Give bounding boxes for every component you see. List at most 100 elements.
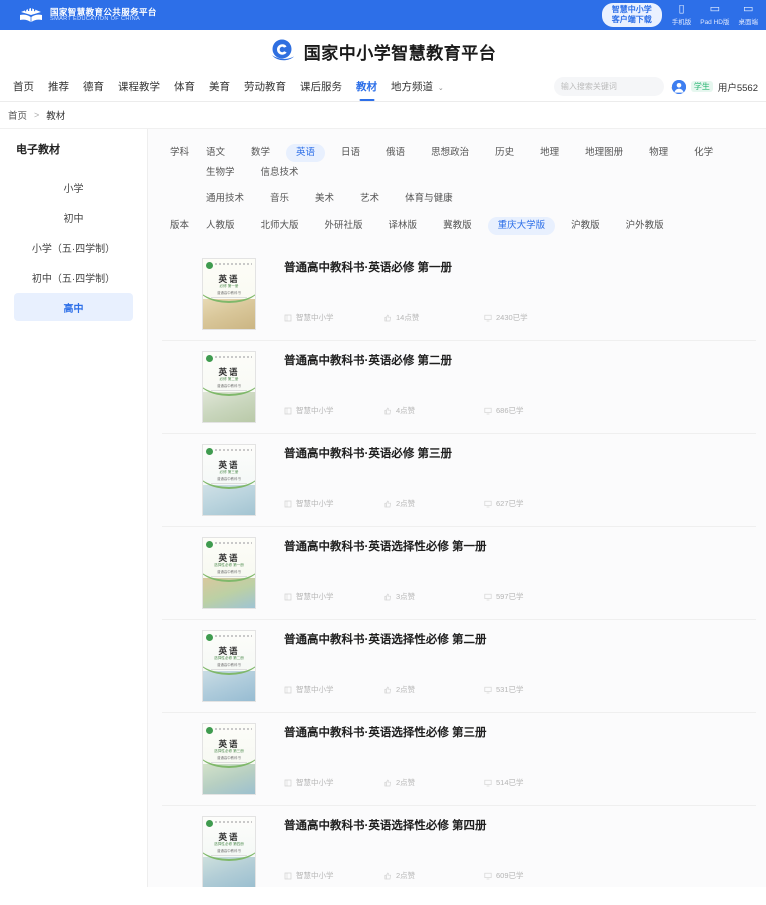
nav-item-recommend[interactable]: 推荐 [41, 72, 76, 102]
user-avatar-icon[interactable] [671, 79, 686, 94]
book-title[interactable]: 普通高中教科书·英语必修 第三册 [284, 446, 750, 462]
subject-chip-russian[interactable]: 俄语 [376, 144, 415, 162]
nav-item-labor-education[interactable]: 劳动教育 [237, 72, 293, 102]
book-title[interactable]: 普通高中教科书·英语选择性必修 第三册 [284, 725, 750, 741]
list-item[interactable]: 英语 必修 第一册 普通高中教科书 重庆大学出版社 普通高中教科书·英语必修 第… [162, 248, 756, 341]
book-cover-thumbnail[interactable]: 英语 选择性必修 第三册 普通高中教科书 重庆大学出版社 [202, 723, 256, 795]
subject-chip-chemistry[interactable]: 化学 [684, 144, 723, 162]
platform-link-pad[interactable]: ▭ Pad HD版 [700, 4, 730, 27]
nav-item-list: 首页 推荐 德育 课程教学 体育 美育 劳动教育 课后服务 教材 地方频道 ⌄ [6, 72, 451, 102]
subject-chip-arts[interactable]: 艺术 [350, 190, 389, 208]
list-item[interactable]: 英语 选择性必修 第二册 普通高中教科书 重庆大学出版社 普通高中教科书·英语选… [162, 620, 756, 713]
subject-chip-physics[interactable]: 物理 [639, 144, 678, 162]
subject-chip-it[interactable]: 信息技术 [251, 164, 309, 182]
meta-source: 智慧中小学 [284, 777, 384, 788]
version-chip-chongqing-university[interactable]: 重庆大学版 [487, 217, 556, 235]
client-download-button[interactable]: 智慧中小学 客户端下载 [601, 3, 662, 27]
meta-studied: 514已学 [484, 777, 524, 788]
list-item[interactable]: 英语 选择性必修 第四册 普通高中教科书 重庆大学出版社 普通高中教科书·英语选… [162, 806, 756, 887]
version-chip-hujiao[interactable]: 沪教版 [561, 217, 610, 235]
cover-header-rule [215, 449, 252, 451]
book-cover-thumbnail[interactable]: 英语 选择性必修 第四册 普通高中教科书 重庆大学出版社 [202, 816, 256, 887]
user-area[interactable]: 学生 用户5562 [671, 79, 758, 94]
meta-likes: 2点赞 [384, 498, 484, 509]
book-title[interactable]: 普通高中教科书·英语选择性必修 第一册 [284, 539, 750, 555]
book-title[interactable]: 普通高中教科书·英语选择性必修 第四册 [284, 818, 750, 834]
sidebar-item-junior[interactable]: 初中 [14, 203, 133, 231]
book-title[interactable]: 普通高中教科书·英语选择性必修 第二册 [284, 632, 750, 648]
book-cover-thumbnail[interactable]: 英语 必修 第二册 普通高中教科书 重庆大学出版社 [202, 351, 256, 423]
subject-chip-geography-atlas[interactable]: 地理图册 [575, 144, 633, 162]
subject-chip-general-tech[interactable]: 通用技术 [196, 190, 254, 208]
nav-item-moral-education-label: 德育 [83, 80, 104, 93]
meta-studied-label: 686已学 [496, 406, 524, 415]
topbar-right-group: 智慧中小学 客户端下载 ▯ 手机版 ▭ Pad HD版 ▭ 桌面端 [601, 3, 759, 27]
sidebar-item-primary[interactable]: 小学 [14, 173, 133, 201]
page-title: 国家中小学智慧教育平台 [303, 43, 497, 64]
sidebar: 电子教材 小学 初中 小学（五·四学制） 初中（五·四学制） 高中 [0, 129, 148, 887]
sidebar-item-junior-54[interactable]: 初中（五·四学制） [14, 263, 133, 291]
subject-chip-english[interactable]: 英语 [286, 144, 326, 162]
sidebar-item-senior[interactable]: 高中 [14, 293, 133, 321]
meta-source: 智慧中小学 [284, 591, 384, 602]
nav-item-home-label: 首页 [13, 80, 34, 93]
nav-item-home[interactable]: 首页 [6, 72, 41, 102]
book-title[interactable]: 普通高中教科书·英语必修 第二册 [284, 353, 750, 369]
nav-item-course-teaching[interactable]: 课程教学 [111, 72, 167, 102]
cover-photo [203, 392, 255, 422]
book-cover-thumbnail[interactable]: 英语 必修 第一册 普通高中教科书 重庆大学出版社 [202, 258, 256, 330]
list-item[interactable]: 英语 必修 第二册 普通高中教科书 重庆大学出版社 普通高中教科书·英语必修 第… [162, 341, 756, 434]
platform-link-pad-label: Pad HD版 [700, 19, 730, 26]
nav-item-moral-education[interactable]: 德育 [76, 72, 111, 102]
platform-link-desktop[interactable]: ▭ 桌面端 [739, 4, 759, 27]
meta-source-label: 智慧中小学 [296, 499, 334, 508]
breadcrumb-home[interactable]: 首页 [8, 108, 27, 122]
thumbs-up-icon [384, 779, 392, 787]
list-item[interactable]: 英语 必修 第三册 普通高中教科书 重庆大学出版社 普通高中教科书·英语必修 第… [162, 434, 756, 527]
subject-chip-chinese[interactable]: 语文 [196, 144, 235, 162]
subject-chip-geography[interactable]: 地理 [530, 144, 569, 162]
sidebar-item-primary-54[interactable]: 小学（五·四学制） [14, 233, 133, 261]
subject-chip-pe-health[interactable]: 体育与健康 [395, 190, 463, 208]
subject-chip-fine-arts[interactable]: 美术 [305, 190, 344, 208]
subject-chip-politics[interactable]: 思想政治 [421, 144, 479, 162]
platform-link-mobile[interactable]: ▯ 手机版 [672, 4, 692, 27]
book-icon [284, 500, 292, 508]
version-chip-renjiao[interactable]: 人教版 [196, 217, 245, 235]
nav-item-local-channel[interactable]: 地方频道 ⌄ [384, 72, 451, 102]
version-chip-waiyanshe[interactable]: 外研社版 [315, 217, 373, 235]
cover-header-rule [215, 821, 252, 823]
version-chip-beishida[interactable]: 北师大版 [251, 217, 309, 235]
breadcrumb-current: 教材 [46, 111, 66, 122]
subject-chip-music[interactable]: 音乐 [260, 190, 299, 208]
nav-item-after-school[interactable]: 课后服务 [293, 72, 349, 102]
book-cover-thumbnail[interactable]: 英语 选择性必修 第二册 普通高中教科书 重庆大学出版社 [202, 630, 256, 702]
book-info: 普通高中教科书·英语选择性必修 第一册 智慧中小学 3点赞 597已学 [284, 537, 750, 602]
book-meta: 智慧中小学 2点赞 609已学 [284, 870, 750, 881]
book-title[interactable]: 普通高中教科书·英语必修 第一册 [284, 260, 750, 276]
nav-item-physical-education[interactable]: 体育 [167, 72, 202, 102]
search-box[interactable] [553, 77, 682, 96]
version-chip-yilin[interactable]: 译林版 [379, 217, 428, 235]
list-item[interactable]: 英语 选择性必修 第一册 普通高中教科书 重庆大学出版社 普通高中教科书·英语选… [162, 527, 756, 620]
book-cover-thumbnail[interactable]: 英语 必修 第三册 普通高中教科书 重庆大学出版社 [202, 444, 256, 516]
subject-chip-japanese[interactable]: 日语 [331, 144, 370, 162]
version-chip-jijiao[interactable]: 冀教版 [433, 217, 482, 235]
nav-item-aesthetic-education[interactable]: 美育 [202, 72, 237, 102]
list-item[interactable]: 英语 选择性必修 第三册 普通高中教科书 重庆大学出版社 普通高中教科书·英语选… [162, 713, 756, 806]
meta-studied: 2430已学 [484, 312, 528, 323]
book-cover-thumbnail[interactable]: 英语 选择性必修 第一册 普通高中教科书 重庆大学出版社 [202, 537, 256, 609]
subject-chip-biology[interactable]: 生物学 [196, 164, 245, 182]
subject-chip-history[interactable]: 历史 [485, 144, 524, 162]
nav-item-textbooks[interactable]: 教材 [349, 72, 384, 102]
meta-likes: 4点赞 [384, 405, 484, 416]
cover-photo [203, 485, 255, 515]
search-input[interactable] [560, 82, 671, 91]
gov-platform-logo[interactable]: 国家智慧教育公共服务平台 SMART EDUCATION OF CHINA [18, 6, 157, 24]
cover-header-rule [215, 728, 252, 730]
version-chip-huwaijiao[interactable]: 沪外教版 [616, 217, 674, 235]
subject-chip-math[interactable]: 数学 [241, 144, 280, 162]
breadcrumb: 首页 > 教材 [0, 102, 766, 129]
subject-filter-row-2: 通用技术 音乐 美术 艺术 体育与健康 [162, 187, 756, 213]
sidebar-item-primary-label: 小学 [63, 183, 84, 195]
